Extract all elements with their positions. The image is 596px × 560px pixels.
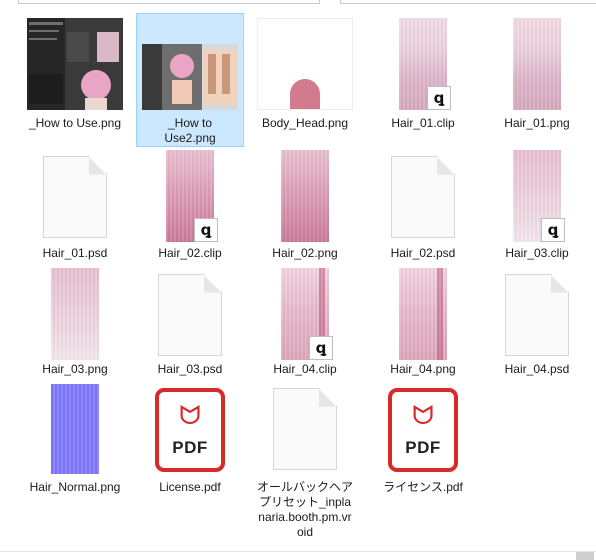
file-item[interactable]: オールバックヘアプリセット_inplanaria.booth.pm.vroid [252, 384, 358, 542]
hair-texture-thumbnail [51, 268, 99, 360]
file-item[interactable]: ꝗ Hair_04.clip [252, 268, 358, 380]
file-grid: _How to Use.png _How to Use2.png Body_He… [0, 0, 596, 560]
file-name: Hair_02.png [272, 246, 338, 260]
file-name: ライセンス.pdf [383, 480, 463, 494]
status-bar [0, 551, 596, 560]
file-name: _How to Use2.png [164, 116, 216, 145]
pdf-label: PDF [405, 438, 441, 457]
image-thumbnail [27, 18, 123, 110]
file-name: Hair_01.psd [42, 246, 108, 260]
pdf-file-icon: ᗢ PDF [388, 388, 458, 472]
clip-studio-badge-icon: ꝗ [194, 218, 218, 242]
file-name: Body_Head.png [261, 116, 349, 130]
hair-texture-thumbnail: ꝗ [281, 268, 333, 360]
file-item[interactable]: ᗢ PDF License.pdf [137, 384, 243, 500]
file-name: Hair_02.clip [158, 246, 222, 260]
hair-texture-thumbnail: ꝗ [166, 150, 218, 242]
hair-texture-thumbnail: ꝗ [399, 18, 451, 110]
file-item[interactable]: _How to Use.png [22, 14, 128, 146]
file-item[interactable]: Body_Head.png [252, 14, 358, 146]
clip-studio-badge-icon: ꝗ [309, 336, 333, 360]
image-thumbnail [257, 18, 353, 110]
file-item[interactable]: ᗢ PDF ライセンス.pdf [370, 384, 476, 500]
file-name: オールバックヘアプリセット_inplanaria.booth.pm.vroid [256, 480, 353, 539]
file-item[interactable]: Hair_01.psd [22, 150, 128, 264]
file-item-selected[interactable]: _How to Use2.png [136, 13, 244, 147]
file-item[interactable]: Hair_02.png [252, 150, 358, 264]
file-name: Hair_04.psd [504, 362, 570, 376]
clip-studio-badge-icon: ꝗ [427, 86, 451, 110]
document-icon [43, 156, 107, 238]
file-name: Hair_04.png [390, 362, 456, 376]
file-item[interactable]: Hair_01.png [484, 14, 590, 146]
file-item[interactable]: Hair_03.psd [137, 268, 243, 380]
acrobat-icon: ᗢ [179, 400, 201, 430]
file-item[interactable]: ꝗ Hair_01.clip [370, 14, 476, 146]
file-item[interactable]: Hair_02.psd [370, 150, 476, 264]
file-item[interactable]: Hair_03.png [22, 268, 128, 380]
pdf-label: PDF [172, 438, 208, 457]
hair-texture-thumbnail: ꝗ [513, 150, 565, 242]
file-name: License.pdf [159, 480, 221, 494]
file-name: _How to Use.png [28, 116, 122, 130]
document-icon [505, 274, 569, 356]
file-name: Hair_01.clip [391, 116, 455, 130]
hair-texture-thumbnail [399, 268, 447, 360]
hair-texture-thumbnail [281, 150, 329, 242]
acrobat-icon: ᗢ [412, 400, 434, 430]
file-name: Hair_Normal.png [29, 480, 121, 494]
hair-texture-thumbnail [513, 18, 561, 110]
file-name: Hair_03.clip [505, 246, 569, 260]
document-icon [273, 388, 337, 470]
file-name: Hair_01.png [504, 116, 570, 130]
file-name: Hair_03.psd [157, 362, 223, 376]
normal-map-thumbnail [51, 384, 99, 474]
document-icon [391, 156, 455, 238]
file-item[interactable]: Hair_04.psd [484, 268, 590, 380]
file-item[interactable]: ꝗ Hair_02.clip [137, 150, 243, 264]
image-thumbnail [142, 44, 238, 110]
file-item[interactable]: Hair_04.png [370, 268, 476, 380]
file-item[interactable]: ꝗ Hair_03.clip [484, 150, 590, 264]
pdf-file-icon: ᗢ PDF [155, 388, 225, 472]
file-item[interactable]: Hair_Normal.png [22, 384, 128, 500]
file-name: Hair_02.psd [390, 246, 456, 260]
file-name: Hair_04.clip [273, 362, 337, 376]
scrollbar-thumb[interactable] [576, 552, 594, 560]
file-name: Hair_03.png [42, 362, 108, 376]
clip-studio-badge-icon: ꝗ [541, 218, 565, 242]
document-icon [158, 274, 222, 356]
